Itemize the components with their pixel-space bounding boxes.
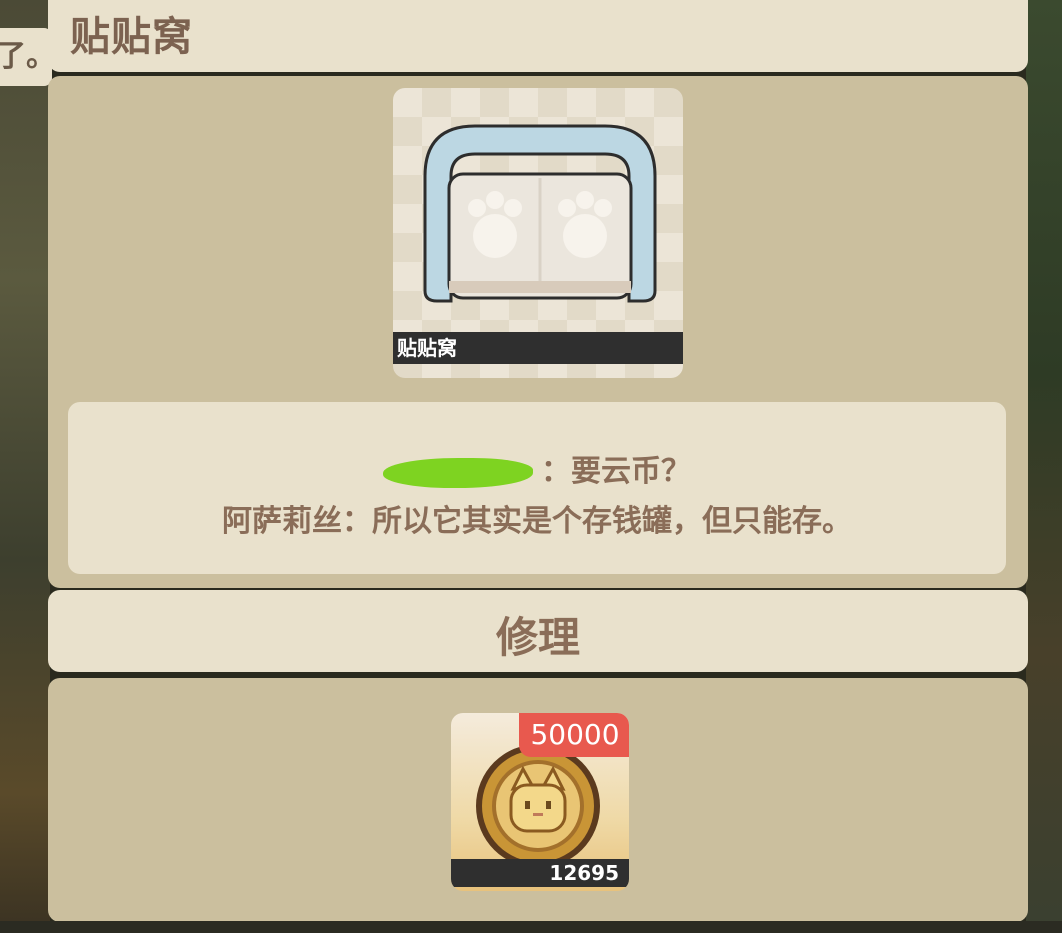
background-speech-bubble: 了。 bbox=[0, 28, 56, 86]
repair-cost-panel: 50000 12695 bbox=[48, 678, 1028, 922]
item-card: 贴贴窝 bbox=[393, 88, 683, 378]
redacted-speaker bbox=[383, 457, 533, 488]
game-background-left: 了。 bbox=[0, 0, 56, 933]
repair-header: 修理 bbox=[48, 590, 1028, 672]
price-badge: 50000 bbox=[519, 713, 629, 757]
page-title: 贴贴窝 bbox=[70, 14, 193, 60]
repair-cost-button[interactable]: 50000 12695 bbox=[451, 713, 629, 891]
repair-label: 修理 bbox=[495, 613, 580, 662]
paw-sofa-icon bbox=[423, 124, 657, 303]
cat-coin-icon bbox=[476, 744, 600, 868]
item-name-label: 贴贴窝 bbox=[393, 332, 683, 364]
owned-amount: 12695 bbox=[451, 859, 629, 887]
title-bar: 贴贴窝 bbox=[48, 0, 1028, 72]
game-background-bottom bbox=[0, 921, 1062, 933]
dialog-line-1-text: ：要云币？ bbox=[541, 454, 691, 489]
dialog-line-2: 阿萨莉丝：所以它其实是个存钱罐，但只能存。 bbox=[222, 504, 852, 539]
dialog-line-1: ：要云币？ bbox=[68, 446, 1006, 490]
game-background-right bbox=[1026, 0, 1062, 933]
dialog-box: ：要云币？ 阿萨莉丝：所以它其实是个存钱罐，但只能存。 bbox=[68, 402, 1006, 574]
